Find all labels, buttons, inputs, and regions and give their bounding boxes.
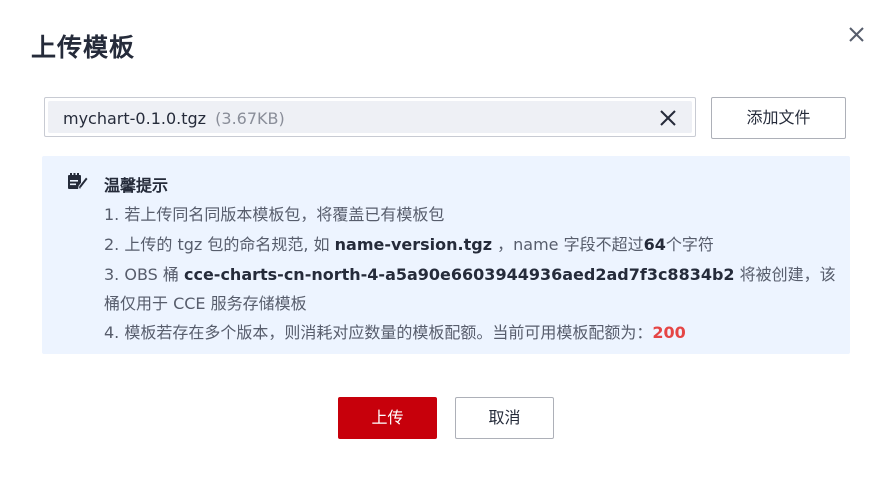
- close-icon: [849, 27, 864, 42]
- dialog-title: 上传模板: [31, 33, 136, 62]
- tip-quota-value: 200: [652, 323, 686, 342]
- notepad-pen-icon: [68, 173, 89, 190]
- tip-example-name: name-version.tgz: [334, 235, 493, 254]
- tip-text: 2. 上传的 tgz 包的命名规范, 如: [104, 235, 335, 254]
- tip-bucket-name: cce-charts-cn-north-4-a5a90e6603944936ae…: [183, 265, 735, 284]
- tip-line-2: 2. 上传的 tgz 包的命名规范, 如 name-version.tgz ，n…: [104, 231, 714, 255]
- add-file-button[interactable]: 添加文件: [711, 97, 846, 139]
- file-name: mychart-0.1.0.tgz: [63, 109, 207, 128]
- clear-icon: [660, 110, 676, 126]
- file-chip: mychart-0.1.0.tgz (3.67KB): [48, 101, 692, 133]
- file-input[interactable]: mychart-0.1.0.tgz (3.67KB): [44, 97, 696, 137]
- file-size: (3.67KB): [215, 109, 285, 128]
- file-label: mychart-0.1.0.tgz (3.67KB): [63, 109, 285, 128]
- tip-line-3: 3. OBS 桶 cce-charts-cn-north-4-a5a90e660…: [104, 261, 836, 285]
- upload-button[interactable]: 上传: [338, 397, 437, 439]
- upload-template-dialog: 上传模板 mychart-0.1.0.tgz (3.67KB) 添加文件 温馨提…: [0, 0, 891, 484]
- tip-text: 将被创建，该: [734, 265, 836, 284]
- tip-max-length: 64: [643, 235, 666, 254]
- tip-text: ，name 字段不超过: [492, 235, 644, 254]
- clear-file-button[interactable]: [658, 108, 678, 128]
- tip-line-3-continued: 桶仅用于 CCE 服务存储模板: [104, 294, 307, 313]
- tips-panel: 温馨提示 1. 若上传同名同版本模板包，将覆盖已有模板包 2. 上传的 tgz …: [42, 156, 850, 354]
- close-button[interactable]: [842, 20, 870, 48]
- tip-text: 4. 模板若存在多个版本，则消耗对应数量的模板配额。当前可用模板配额为：: [104, 323, 653, 342]
- tip-text: 个字符: [665, 235, 714, 254]
- tips-title: 温馨提示: [104, 176, 169, 195]
- tip-text: 3. OBS 桶: [104, 265, 184, 284]
- tip-line-4: 4. 模板若存在多个版本，则消耗对应数量的模板配额。当前可用模板配额为：200: [104, 319, 686, 343]
- tip-line-1: 1. 若上传同名同版本模板包，将覆盖已有模板包: [104, 205, 445, 224]
- cancel-button[interactable]: 取消: [455, 397, 554, 439]
